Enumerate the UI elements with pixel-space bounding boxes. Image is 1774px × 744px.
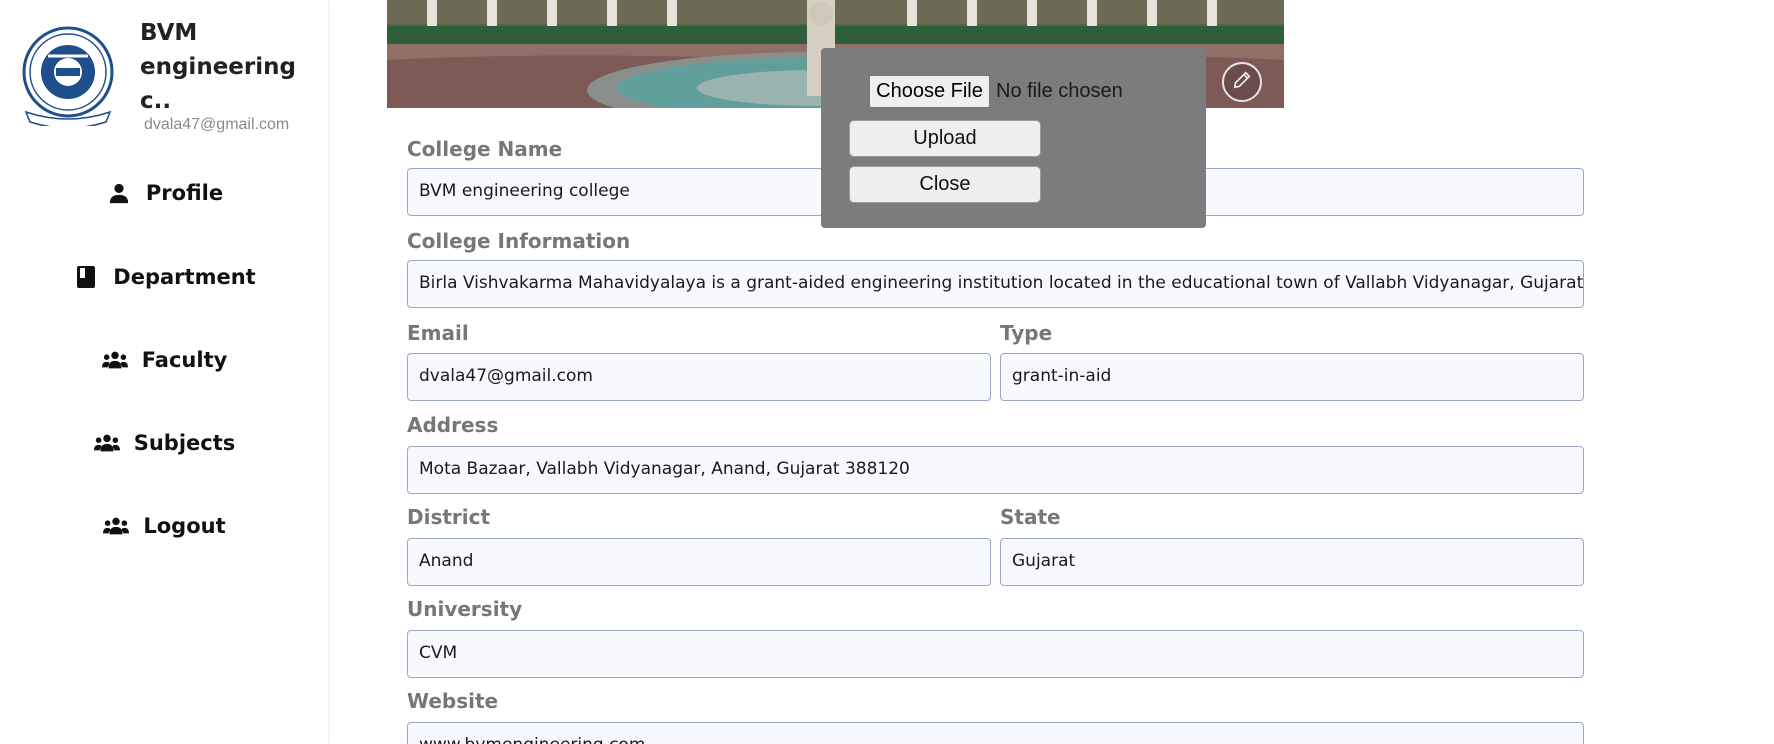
sidebar-item-label: Profile <box>145 181 224 205</box>
email-label: Email <box>407 321 469 345</box>
pencil-icon <box>1231 69 1253 95</box>
college-logo <box>18 26 118 129</box>
file-status-text: No file chosen <box>996 80 1123 102</box>
university-label: University <box>407 597 523 621</box>
district-input[interactable]: Anand <box>407 538 991 586</box>
state-input[interactable]: Gujarat <box>1000 538 1584 586</box>
group-icon <box>93 430 120 456</box>
group-icon <box>103 513 130 539</box>
sidebar-item-subjects[interactable]: Subjects <box>0 423 329 463</box>
sidebar-item-label: Subjects <box>133 431 236 455</box>
email-input[interactable]: dvala47@gmail.com <box>407 353 991 401</box>
address-label: Address <box>407 413 499 437</box>
college-name-heading: BVM engineering c.. <box>140 20 296 114</box>
college-information-input[interactable]: Birla Vishvakarma Mahavidyalaya is a gra… <box>407 260 1584 308</box>
type-label: Type <box>1000 321 1053 345</box>
college-name-label: College Name <box>407 137 563 161</box>
sidebar: BVM engineering c.. dvala47@gmail.com Pr… <box>0 0 329 744</box>
type-input[interactable]: grant-in-aid <box>1000 353 1584 401</box>
sidebar-item-label: Faculty <box>141 348 228 372</box>
group-icon <box>101 347 128 373</box>
university-input[interactable]: CVM <box>407 630 1584 678</box>
sidebar-item-label: Logout <box>143 514 226 538</box>
sidebar-item-label: Department <box>113 265 256 289</box>
college-email: dvala47@gmail.com <box>144 116 290 133</box>
website-input[interactable]: www.bvmengineering.com <box>407 722 1584 744</box>
sidebar-item-faculty[interactable]: Faculty <box>0 340 329 380</box>
state-label: State <box>1000 505 1061 529</box>
close-button[interactable]: Close <box>849 166 1041 203</box>
college-information-label: College Information <box>407 229 631 253</box>
upload-button[interactable]: Upload <box>849 120 1041 157</box>
website-label: Website <box>407 689 499 713</box>
file-picker: Choose File No file chosen <box>869 75 1123 108</box>
sidebar-item-department[interactable]: Department <box>0 257 329 297</box>
sidebar-item-profile[interactable]: Profile <box>0 173 329 213</box>
sidebar-item-logout[interactable]: Logout <box>0 506 329 546</box>
district-label: District <box>407 505 491 529</box>
edit-banner-button[interactable] <box>1222 62 1262 102</box>
choose-file-button[interactable]: Choose File <box>869 75 990 108</box>
person-icon <box>106 180 132 206</box>
address-input[interactable]: Mota Bazaar, Vallabh Vidyanagar, Anand, … <box>407 446 1584 494</box>
upload-image-modal: Choose File No file chosen Upload Close <box>821 48 1206 228</box>
book-icon <box>73 264 99 290</box>
